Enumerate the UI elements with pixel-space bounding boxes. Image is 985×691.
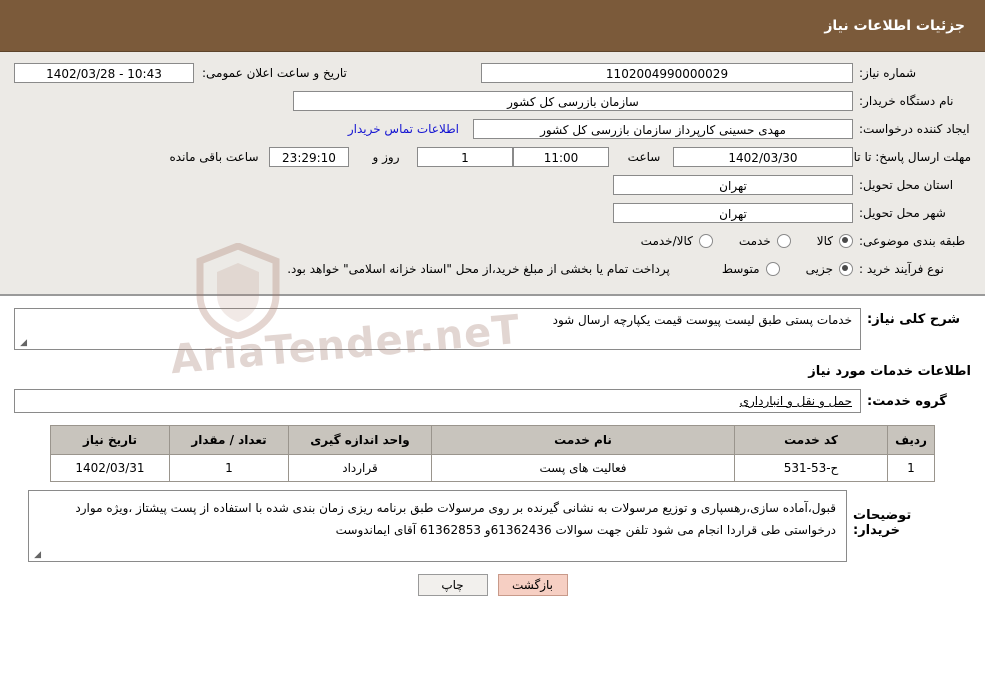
row-delivery-province: استان محل تحویل: تهران xyxy=(14,174,971,196)
services-section-title: اطلاعات خدمات مورد نیاز xyxy=(808,364,971,379)
request-creator-label: ایجاد کننده درخواست: xyxy=(859,122,970,136)
general-description-label: شرح کلی نیاز: xyxy=(867,312,961,327)
cell-name: فعالیت های پست xyxy=(431,454,735,482)
row-delivery-city: شهر محل تحویل: تهران xyxy=(14,202,971,224)
table-row: 1 ح-53-531 فعالیت های پست قرارداد 1 1402… xyxy=(50,454,935,482)
row-request-creator: ایجاد کننده درخواست: مهدی حسینی کارپرداز… xyxy=(14,118,971,140)
need-body-section: شرح کلی نیاز: خدمات پستی طبق لیست پیوست … xyxy=(0,296,985,610)
hour-label: ساعت xyxy=(627,150,661,164)
delivery-city-label: شهر محل تحویل: xyxy=(859,206,946,220)
cell-index: 1 xyxy=(887,454,935,482)
radio-option-motavaset[interactable]: متوسط xyxy=(722,262,780,276)
print-button[interactable]: چاپ xyxy=(417,574,488,596)
resize-grip-icon-notes[interactable]: ◢ xyxy=(31,550,41,560)
remaining-hours-label: ساعت باقی مانده xyxy=(169,150,259,164)
radio-label-kala-khedmat: کالا/خدمت xyxy=(640,234,693,248)
column-header-date: تاریخ نیاز xyxy=(50,425,170,455)
days-label: روز و xyxy=(372,150,400,164)
radio-indicator-kala-khedmat[interactable] xyxy=(698,234,713,248)
purchase-process-radios[interactable]: جزیی متوسط xyxy=(696,262,853,276)
buyer-organization-value: سازمان بازرسی کل کشور xyxy=(293,91,853,111)
buyer-notes-value: قبول،آماده سازی،رهسپاری و توزیع مرسولات … xyxy=(75,501,836,537)
response-deadline-label: مهلت ارسال پاسخ: تا تاریخ: xyxy=(832,150,971,164)
delivery-province-value: تهران xyxy=(613,175,853,195)
radio-label-kala: کالا xyxy=(816,234,833,248)
purchase-process-label: نوع فرآیند خرید : xyxy=(859,262,944,276)
subject-classification-label: طبقه بندی موضوعی: xyxy=(859,234,966,248)
row-purchase-process-type: نوع فرآیند خرید : جزیی متوسط پرداخت تمام… xyxy=(14,258,971,280)
purchase-process-note: پرداخت تمام یا بخشی از مبلغ خرید،از محل … xyxy=(287,262,670,276)
row-need-number: شماره نیاز: 1102004990000029 تاریخ و ساع… xyxy=(14,62,971,84)
buyer-notes-label: توضیحات خریدار: xyxy=(853,508,912,538)
radio-option-kala-khedmat[interactable]: کالا/خدمت xyxy=(641,234,713,248)
row-response-deadline: مهلت ارسال پاسخ: تا تاریخ: 1402/03/30 سا… xyxy=(14,146,971,168)
radio-label-motavaset: متوسط xyxy=(721,262,760,276)
radio-option-kala[interactable]: کالا xyxy=(817,234,853,248)
radio-indicator-khedmat[interactable] xyxy=(776,234,791,248)
delivery-city-value: تهران xyxy=(613,203,853,223)
radio-label-jozei: جزیی xyxy=(805,262,833,276)
delivery-province-label: استان محل تحویل: xyxy=(859,178,954,192)
remaining-time-countdown: 23:29:10 xyxy=(269,147,349,167)
radio-indicator-kala[interactable] xyxy=(839,234,853,248)
radio-indicator-jozei[interactable] xyxy=(839,262,853,276)
column-header-unit: واحد اندازه گیری xyxy=(288,425,432,455)
need-number-label: شماره نیاز: xyxy=(859,66,916,80)
remaining-days-value: 1 xyxy=(417,147,513,167)
row-buyer-organization: نام دستگاه خریدار: سازمان بازرسی کل کشور xyxy=(14,90,971,112)
page-header: جزئیات اطلاعات نیاز xyxy=(0,0,985,52)
cell-qty: 1 xyxy=(169,454,289,482)
public-announce-date-label: تاریخ و ساعت اعلان عمومی: xyxy=(202,66,347,80)
radio-option-khedmat[interactable]: خدمت xyxy=(739,234,791,248)
general-description-value: خدمات پستی طبق لیست پیوست قیمت یکپارچه ا… xyxy=(552,313,852,327)
general-description-textarea[interactable]: خدمات پستی طبق لیست پیوست قیمت یکپارچه ا… xyxy=(14,308,861,350)
column-header-qty: تعداد / مقدار xyxy=(169,425,289,455)
need-number-value: 1102004990000029 xyxy=(481,63,853,83)
public-announce-date-value: 10:43 - 1402/03/28 xyxy=(14,63,194,83)
cell-unit: قرارداد xyxy=(288,454,432,482)
row-buyer-notes: توضیحات خریدار: قبول،آماده سازی،رهسپاری … xyxy=(28,490,957,562)
cell-code: ح-53-531 xyxy=(734,454,888,482)
footer-actions: بازگشت چاپ xyxy=(14,562,971,606)
row-service-group: گروه خدمت: حمل و نقل و انبارداری xyxy=(14,389,971,413)
service-group-label: گروه خدمت: xyxy=(867,393,947,409)
radio-indicator-motavaset[interactable] xyxy=(765,262,780,276)
buyer-notes-textarea[interactable]: قبول،آماده سازی،رهسپاری و توزیع مرسولات … xyxy=(28,490,847,562)
radio-option-jozei[interactable]: جزیی xyxy=(806,262,853,276)
service-group-value: حمل و نقل و انبارداری xyxy=(14,389,861,413)
buyer-contact-info-link[interactable]: اطلاعات تماس خریدار xyxy=(348,122,473,136)
request-creator-value: مهدی حسینی کارپرداز سازمان بازرسی کل کشو… xyxy=(473,119,853,139)
column-header-name: نام خدمت xyxy=(431,425,735,455)
row-general-description: شرح کلی نیاز: خدمات پستی طبق لیست پیوست … xyxy=(14,308,971,350)
radio-label-khedmat: خدمت xyxy=(738,234,771,248)
back-button[interactable]: بازگشت xyxy=(497,574,568,596)
buyer-organization-label: نام دستگاه خریدار: xyxy=(859,94,954,108)
resize-grip-icon[interactable]: ◢ xyxy=(17,338,27,348)
cell-date: 1402/03/31 xyxy=(50,454,170,482)
table-header-row: ردیف کد خدمت نام خدمت واحد اندازه گیری ت… xyxy=(50,425,935,455)
response-deadline-date: 1402/03/30 xyxy=(673,147,853,167)
services-table: ردیف کد خدمت نام خدمت واحد اندازه گیری ت… xyxy=(50,425,935,482)
column-header-code: کد خدمت xyxy=(734,425,888,455)
subject-classification-radios[interactable]: کالا خدمت کالا/خدمت xyxy=(615,234,853,248)
response-deadline-hour: 11:00 xyxy=(513,147,609,167)
row-subject-classification: طبقه بندی موضوعی: کالا خدمت کالا/خدمت xyxy=(14,230,971,252)
page-title: جزئیات اطلاعات نیاز xyxy=(824,17,965,34)
need-details-panel: شماره نیاز: 1102004990000029 تاریخ و ساع… xyxy=(0,52,985,296)
column-header-index: ردیف xyxy=(887,425,935,455)
